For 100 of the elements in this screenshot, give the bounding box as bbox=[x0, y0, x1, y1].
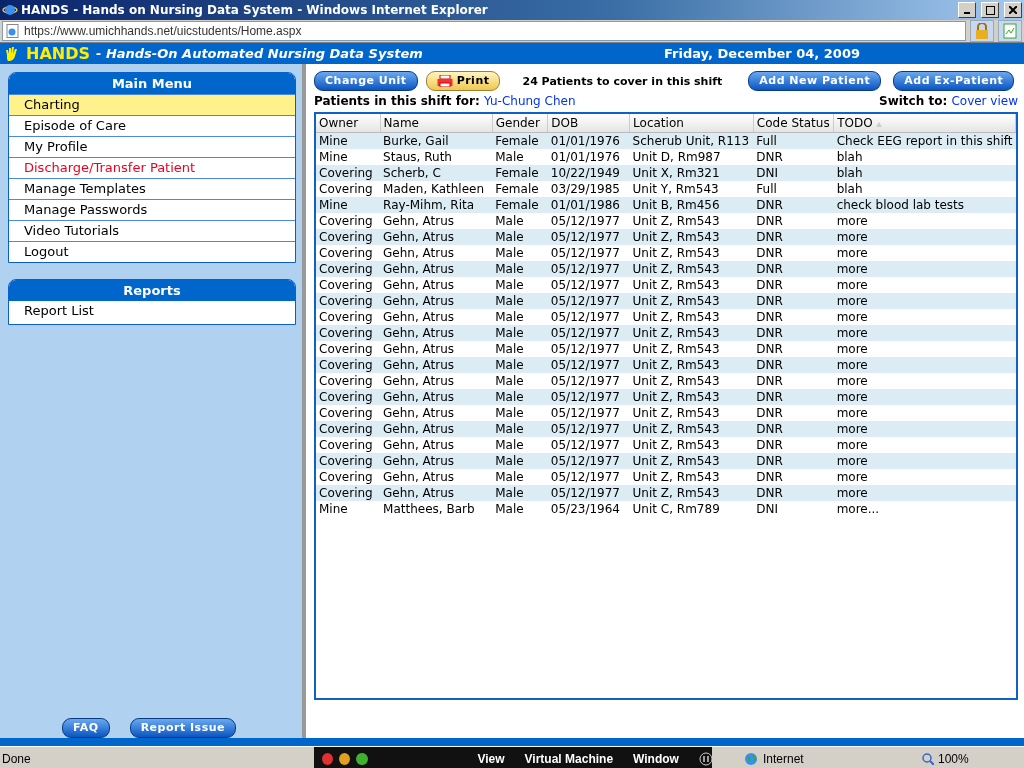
table-cell: Mine bbox=[316, 501, 381, 517]
table-cell: Unit Z, Rm543 bbox=[629, 277, 754, 293]
table-cell: Unit Z, Rm543 bbox=[629, 437, 754, 453]
table-cell: Male bbox=[492, 341, 548, 357]
table-cell: Male bbox=[492, 469, 548, 485]
menu-item[interactable]: Episode of Care bbox=[9, 115, 295, 136]
column-header[interactable]: Gender bbox=[492, 114, 548, 133]
column-header[interactable]: Name bbox=[380, 114, 493, 133]
table-cell: 05/12/1977 bbox=[547, 373, 630, 389]
table-cell: Male bbox=[492, 213, 548, 229]
vm-menu-item[interactable]: View bbox=[477, 751, 505, 766]
table-cell: DNR bbox=[753, 389, 834, 405]
table-cell: more bbox=[833, 229, 1016, 245]
table-cell: more bbox=[833, 485, 1016, 501]
minimize-button[interactable] bbox=[958, 2, 976, 18]
close-dot-icon[interactable] bbox=[322, 752, 334, 765]
cover-view-link[interactable]: Cover view bbox=[951, 94, 1018, 108]
change-unit-button[interactable]: Change Unit bbox=[314, 71, 418, 91]
table-cell: Unit Z, Rm543 bbox=[629, 357, 754, 373]
menu-item[interactable]: Logout bbox=[9, 241, 295, 262]
table-cell: DNR bbox=[753, 293, 834, 309]
table-cell: more bbox=[833, 421, 1016, 437]
table-cell: Unit Y, Rm543 bbox=[629, 181, 754, 197]
table-cell: 05/12/1977 bbox=[547, 389, 630, 405]
sidebar-button[interactable]: FAQ bbox=[62, 718, 110, 738]
zoom-level[interactable]: 100% bbox=[938, 751, 969, 766]
table-cell: DNR bbox=[753, 341, 834, 357]
shift-label: Patients in this shift for: bbox=[314, 94, 480, 108]
table-cell: 01/01/1986 bbox=[547, 197, 630, 213]
table-cell: Covering bbox=[316, 469, 381, 485]
vm-menu-item[interactable]: Window bbox=[633, 751, 679, 766]
table-cell: DNR bbox=[753, 469, 834, 485]
table-cell: Male bbox=[492, 405, 548, 421]
menu-item[interactable]: My Profile bbox=[9, 136, 295, 157]
address-field[interactable]: https://www.umichhands.net/uicstudents/Home.aspx bbox=[2, 21, 966, 41]
table-cell: DNR bbox=[753, 373, 834, 389]
table-cell: blah bbox=[833, 149, 1016, 165]
table-cell: Mine bbox=[316, 149, 381, 165]
table-cell: Male bbox=[492, 485, 548, 501]
table-cell: DNI bbox=[753, 501, 834, 517]
menu-item[interactable]: Manage Passwords bbox=[9, 199, 295, 220]
table-cell: 05/12/1977 bbox=[547, 293, 630, 309]
column-header[interactable]: DOB bbox=[547, 114, 630, 133]
menu-item[interactable]: Video Tutorials bbox=[9, 220, 295, 241]
vm-menu-item[interactable]: Virtual Machine bbox=[524, 751, 614, 766]
table-cell: Male bbox=[492, 453, 548, 469]
table-cell: DNR bbox=[753, 197, 834, 213]
table-cell: Gehn, Atrus bbox=[380, 309, 493, 325]
zoom-icon[interactable] bbox=[922, 752, 934, 765]
table-cell: 05/12/1977 bbox=[547, 341, 630, 357]
table-cell: Covering bbox=[316, 341, 381, 357]
table-cell: DNR bbox=[753, 229, 834, 245]
window-title: HANDS - Hands on Nursing Data System - Windows Internet Explorer bbox=[21, 3, 489, 17]
table-cell: Unit Z, Rm543 bbox=[629, 293, 754, 309]
zoom-dot-icon[interactable] bbox=[356, 752, 368, 765]
table-cell: DNR bbox=[753, 405, 834, 421]
pause-icon[interactable] bbox=[698, 751, 712, 766]
column-header[interactable]: TODO bbox=[833, 114, 1016, 133]
table-cell: Covering bbox=[316, 405, 381, 421]
table-cell: Female bbox=[492, 165, 548, 181]
table-cell: more bbox=[833, 341, 1016, 357]
table-cell: Male bbox=[492, 389, 548, 405]
add-ex-patient-button[interactable]: Add Ex-Patient bbox=[893, 71, 1015, 91]
menu-item[interactable]: Charting bbox=[9, 94, 295, 115]
table-cell: 10/22/1949 bbox=[547, 165, 630, 181]
add-new-patient-button[interactable]: Add New Patient bbox=[748, 71, 882, 91]
table-cell: Unit C, Rm789 bbox=[629, 501, 754, 517]
user-link[interactable]: Yu-Chung Chen bbox=[484, 94, 576, 108]
table-cell: DNR bbox=[753, 453, 834, 469]
column-header[interactable]: Location bbox=[629, 114, 754, 133]
table-cell: more bbox=[833, 325, 1016, 341]
table-cell: Unit Z, Rm543 bbox=[629, 245, 754, 261]
print-button[interactable]: Print bbox=[425, 71, 501, 91]
table-cell: Male bbox=[492, 437, 548, 453]
menu-item[interactable]: Discharge/Transfer Patient bbox=[9, 157, 295, 178]
table-cell: Gehn, Atrus bbox=[380, 469, 493, 485]
maximize-button[interactable] bbox=[981, 2, 999, 18]
table-cell: more bbox=[833, 469, 1016, 485]
menu-item[interactable]: Report List bbox=[9, 301, 295, 321]
table-cell: Unit Z, Rm543 bbox=[629, 325, 754, 341]
table-cell: Unit Z, Rm543 bbox=[629, 405, 754, 421]
globe-icon bbox=[744, 751, 758, 766]
column-header[interactable]: Owner bbox=[316, 114, 381, 133]
table-cell: Male bbox=[492, 501, 548, 517]
table-cell: Covering bbox=[316, 437, 381, 453]
table-cell: Male bbox=[492, 325, 548, 341]
table-cell: 05/12/1977 bbox=[547, 453, 630, 469]
column-header[interactable]: Code Status bbox=[753, 114, 834, 133]
table-cell: Covering bbox=[316, 357, 381, 373]
minimize-dot-icon[interactable] bbox=[339, 752, 351, 765]
table-cell: 05/12/1977 bbox=[547, 309, 630, 325]
table-cell: Covering bbox=[316, 421, 381, 437]
menu-item[interactable]: Manage Templates bbox=[9, 178, 295, 199]
table-cell: Covering bbox=[316, 485, 381, 501]
table-cell: Covering bbox=[316, 245, 381, 261]
table-cell: more bbox=[833, 293, 1016, 309]
sidebar-button[interactable]: Report Issue bbox=[129, 718, 236, 738]
zone-text: Internet bbox=[763, 751, 804, 766]
close-button[interactable] bbox=[1004, 2, 1022, 18]
table-cell: DNR bbox=[753, 245, 834, 261]
